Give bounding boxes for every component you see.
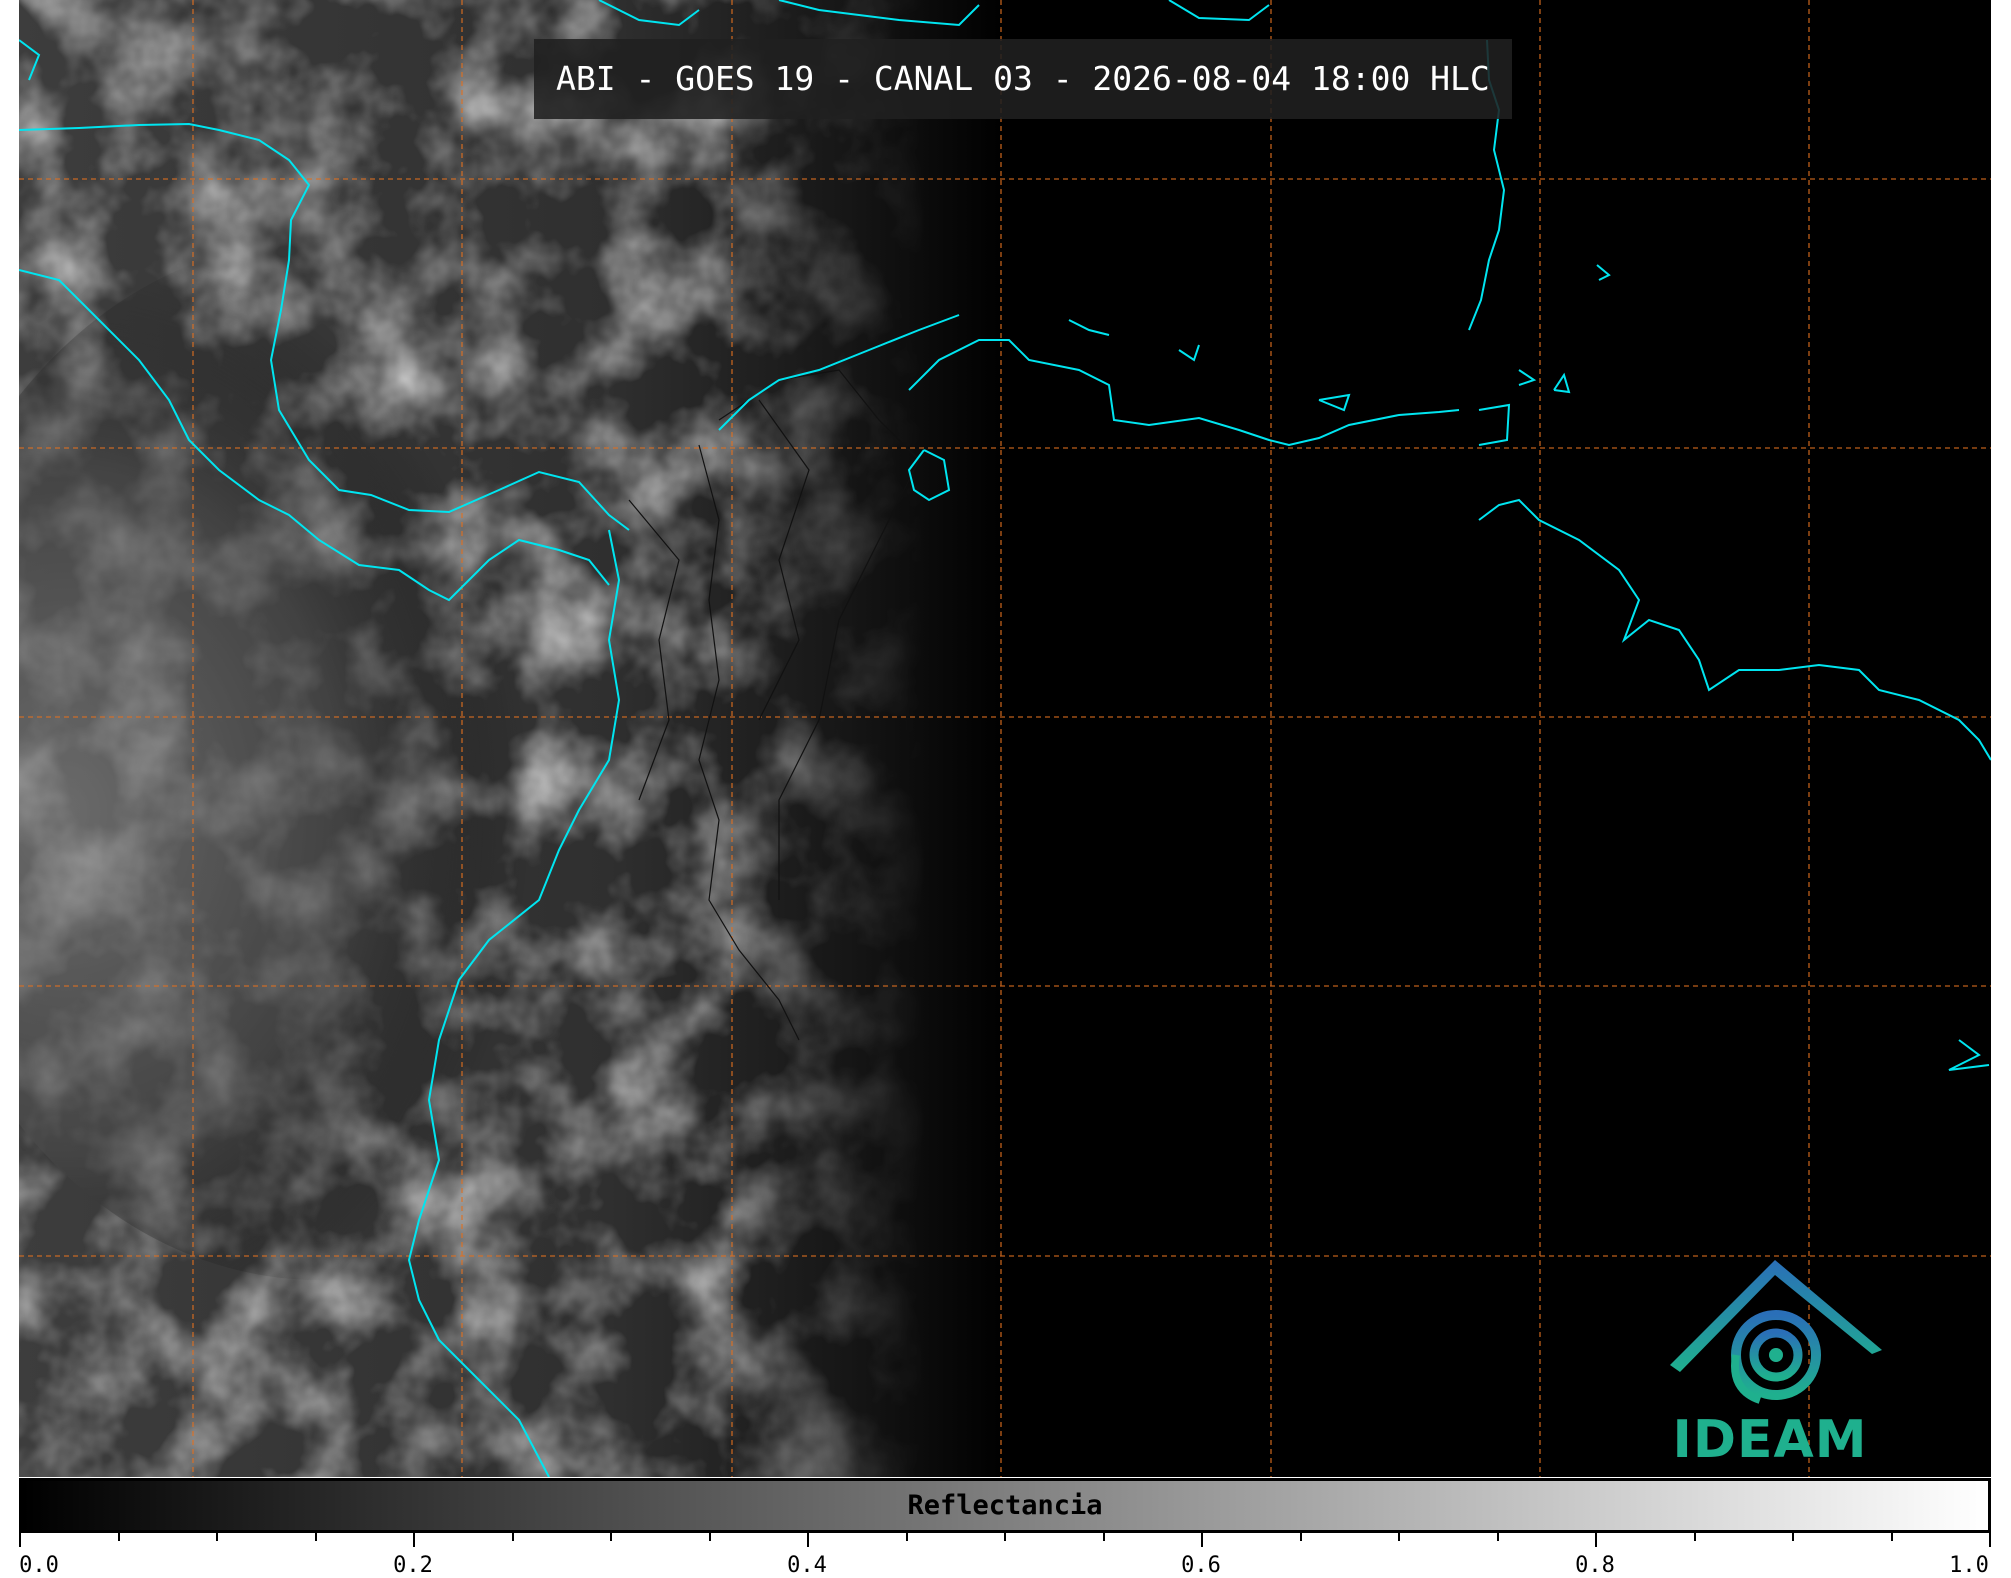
colorbar-major-tick — [1989, 1533, 1991, 1547]
ideam-logo-mark — [1670, 1260, 1882, 1404]
colorbar: Reflectancia — [19, 1478, 1991, 1533]
colorbar-major-tick — [413, 1533, 415, 1547]
colorbar-tick-label: 0.8 — [1575, 1553, 1615, 1578]
ideam-logo: IDEAM — [1650, 1250, 1890, 1475]
ideam-logo-text: IDEAM — [1672, 1410, 1868, 1470]
colorbar-major-tick — [807, 1533, 809, 1547]
colorbar-tick-label: 0.4 — [787, 1553, 827, 1578]
colorbar-major-tick — [1595, 1533, 1597, 1547]
colorbar-minor-tick — [905, 1533, 908, 1541]
colorbar-minor-tick — [117, 1533, 120, 1541]
colorbar-minor-tick — [1496, 1533, 1499, 1541]
colorbar-minor-tick — [610, 1533, 612, 1541]
colorbar-minor-tick — [1102, 1533, 1105, 1541]
colorbar-tick-label: 1.0 — [1949, 1553, 1989, 1578]
colorbar-minor-tick — [511, 1533, 514, 1541]
colorbar-minor-tick — [1398, 1533, 1400, 1541]
colorbar-minor-tick — [216, 1533, 218, 1541]
colorbar-ticks: 0.0 0.2 0.4 0.6 0.8 1.0 — [19, 1533, 1991, 1578]
map-title-text: ABI - GOES 19 - CANAL 03 - 2026-08-04 18… — [556, 59, 1490, 98]
colorbar-tick-label: 0.6 — [1181, 1553, 1221, 1578]
map-title: ABI - GOES 19 - CANAL 03 - 2026-08-04 18… — [534, 39, 1512, 119]
colorbar-label: Reflectancia — [907, 1490, 1103, 1521]
colorbar-minor-tick — [1004, 1533, 1006, 1541]
colorbar-minor-tick — [1693, 1533, 1696, 1541]
colorbar-minor-tick — [314, 1533, 317, 1541]
colorbar-tick-label: 0.0 — [19, 1553, 59, 1578]
colorbar-minor-tick — [1299, 1533, 1302, 1541]
colorbar-minor-tick — [1890, 1533, 1893, 1541]
colorbar-minor-tick — [1792, 1533, 1794, 1541]
colorbar-major-tick — [19, 1533, 21, 1547]
colorbar-minor-tick — [708, 1533, 711, 1541]
colorbar-major-tick — [1201, 1533, 1203, 1547]
colorbar-tick-label: 0.2 — [393, 1553, 433, 1578]
